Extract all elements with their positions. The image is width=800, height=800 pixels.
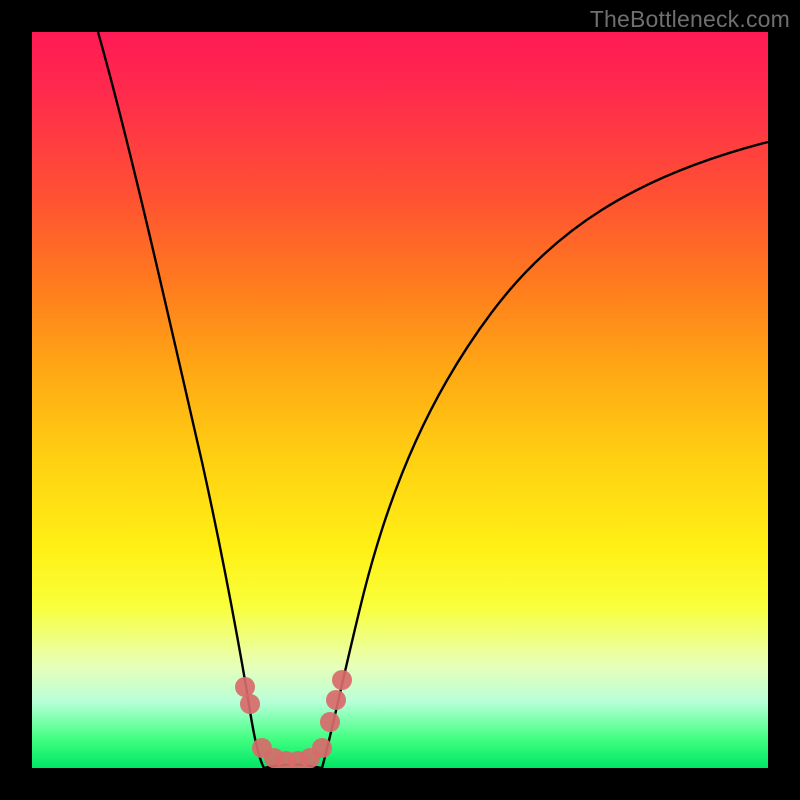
marker-dot [235,677,255,697]
watermark-text: TheBottleneck.com [590,6,790,33]
right-bottleneck-curve [322,142,768,768]
marker-dot [240,694,260,714]
chart-frame: TheBottleneck.com [0,0,800,800]
left-bottleneck-curve [98,32,264,768]
marker-dot [326,690,346,710]
marker-dot [320,712,340,732]
marker-dot [332,670,352,690]
plot-area [32,32,768,768]
marker-dot [312,738,332,758]
curve-overlay [32,32,768,768]
